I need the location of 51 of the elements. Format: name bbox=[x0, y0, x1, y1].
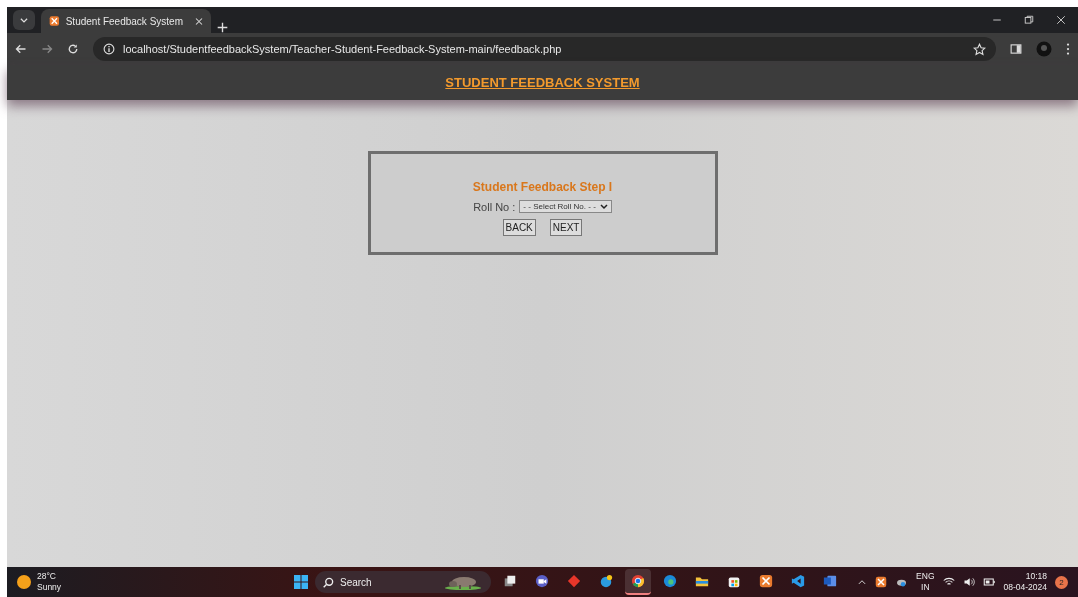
clock-date[interactable]: 08-04-2024 bbox=[1003, 582, 1047, 593]
info-icon bbox=[103, 43, 115, 55]
windows-start-icon[interactable] bbox=[293, 574, 309, 590]
new-tab-icon[interactable] bbox=[217, 22, 228, 33]
back-button[interactable]: BACK bbox=[502, 219, 536, 236]
browser-tab[interactable]: Student Feedback System bbox=[41, 9, 211, 33]
close-icon[interactable] bbox=[1056, 15, 1066, 25]
address-bar[interactable]: localhost/StudentfeedbackSystem/Teacher-Student-Feedback-System-main/feedback.php bbox=[93, 37, 996, 61]
video-camera-icon bbox=[535, 574, 549, 588]
clock-time[interactable]: 10:18 bbox=[1025, 571, 1047, 582]
diamond-icon bbox=[567, 574, 581, 588]
chevron-down-icon bbox=[19, 15, 29, 25]
taskbar-search-field[interactable]: Search bbox=[315, 571, 491, 593]
side-panel-icon[interactable] bbox=[1010, 43, 1022, 55]
tab-search-button[interactable] bbox=[13, 10, 35, 30]
next-button[interactable]: NEXT bbox=[549, 219, 583, 236]
avatar-icon[interactable] bbox=[1036, 41, 1052, 57]
volume-icon[interactable] bbox=[962, 576, 975, 588]
help-icon bbox=[599, 574, 613, 588]
language-indicator[interactable]: ENG bbox=[916, 571, 935, 582]
back-arrow-icon[interactable] bbox=[15, 43, 27, 55]
forward-arrow-icon[interactable] bbox=[41, 43, 53, 55]
browser-icon bbox=[663, 574, 677, 588]
url-text: localhost/StudentfeedbackSystem/Teacher-Student-Feedback-System-main/feedback.php bbox=[123, 43, 562, 55]
notification-badge[interactable]: 2 bbox=[1055, 575, 1068, 589]
sun-icon[interactable] bbox=[17, 575, 31, 589]
taskbar-app-button[interactable] bbox=[625, 569, 651, 595]
menu-icon[interactable] bbox=[1066, 43, 1070, 55]
site-title-link[interactable]: STUDENT FEEDBACK SYSTEM bbox=[445, 75, 640, 90]
form-title: Student Feedback Step I bbox=[472, 180, 613, 194]
code-editor-icon bbox=[791, 574, 805, 588]
app-icon bbox=[49, 15, 60, 27]
app-icon[interactable] bbox=[875, 576, 888, 588]
windows-icon bbox=[503, 574, 517, 588]
weather-condition: Sunny bbox=[37, 582, 62, 593]
search-icon bbox=[323, 576, 334, 588]
restore-icon[interactable] bbox=[1024, 15, 1034, 25]
app-icon bbox=[759, 574, 773, 588]
close-icon[interactable] bbox=[195, 16, 203, 26]
document-icon bbox=[823, 574, 837, 588]
battery-icon[interactable] bbox=[982, 576, 996, 588]
roll-no-select[interactable]: - - Select Roll No. - - bbox=[519, 200, 612, 213]
dropdown-caret-icon bbox=[599, 203, 608, 210]
temperature: 28°C bbox=[37, 571, 56, 582]
tab-title: Student Feedback System bbox=[65, 15, 183, 27]
star-icon[interactable] bbox=[973, 42, 986, 56]
field-label: Roll No : bbox=[473, 200, 516, 213]
reload-icon[interactable] bbox=[67, 43, 79, 55]
browser-icon bbox=[631, 574, 645, 588]
region-indicator[interactable]: IN bbox=[921, 582, 930, 593]
chevron-up-icon[interactable] bbox=[857, 577, 868, 587]
